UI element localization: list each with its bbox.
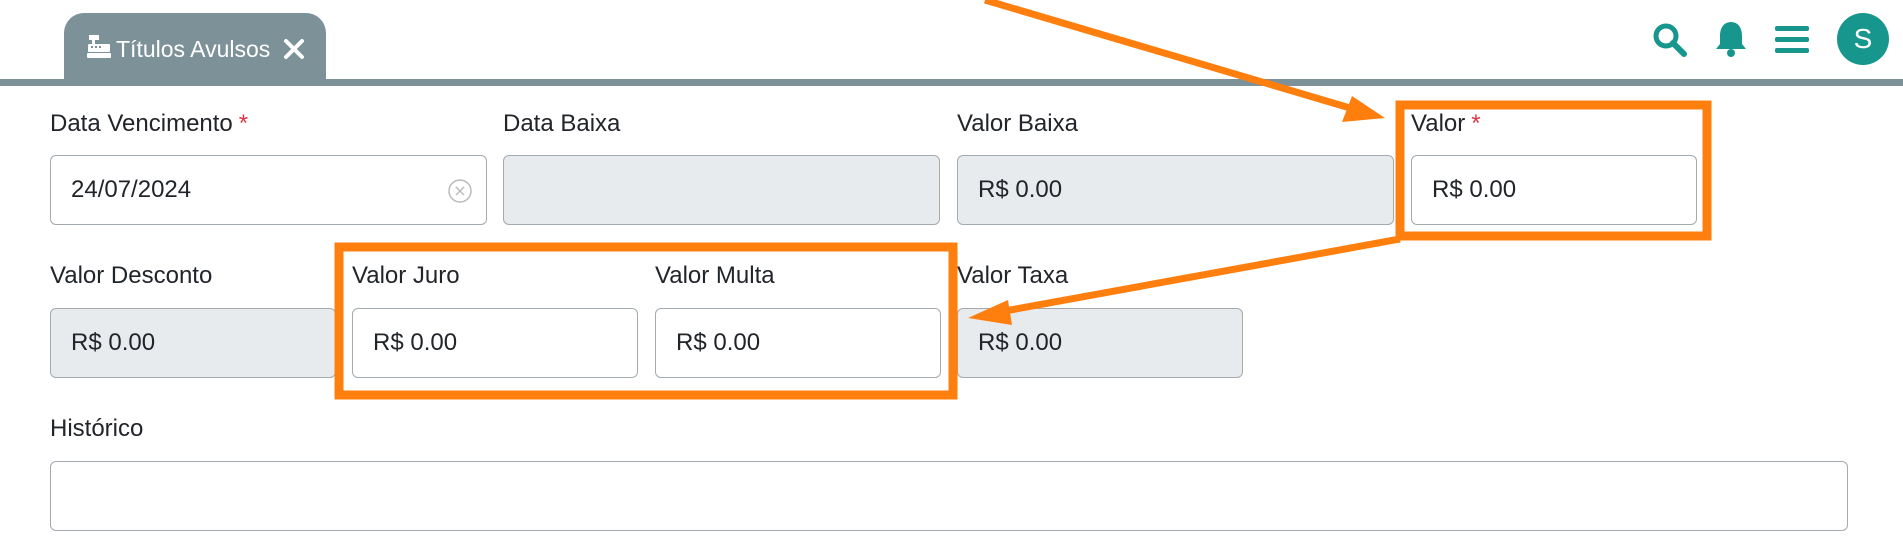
- tab-label: Títulos Avulsos: [116, 36, 271, 62]
- avatar[interactable]: S: [1837, 13, 1889, 65]
- tab-titulos-avulsos[interactable]: Títulos Avulsos: [64, 13, 326, 80]
- valor-taxa-label: Valor Taxa: [957, 262, 1069, 289]
- required-marker: *: [1471, 110, 1481, 137]
- data-baixa-field: [503, 155, 940, 225]
- valor-multa-field[interactable]: R$ 0.00: [655, 308, 941, 378]
- valor-desconto-label: Valor Desconto: [50, 262, 213, 289]
- clear-icon[interactable]: [447, 178, 473, 204]
- bell-icon[interactable]: [1714, 20, 1748, 58]
- search-icon[interactable]: [1652, 22, 1688, 58]
- valor-juro-field[interactable]: R$ 0.00: [352, 308, 638, 378]
- menu-icon[interactable]: [1775, 24, 1809, 56]
- valor-desconto-field: R$ 0.00: [50, 308, 336, 378]
- data-vencimento-value: 24/07/2024: [71, 176, 192, 203]
- data-vencimento-field[interactable]: 24/07/2024: [50, 155, 487, 225]
- valor-multa-label: Valor Multa: [655, 262, 775, 289]
- annotation-arrow-line: [984, 0, 1351, 112]
- annotation-arrowhead: [1342, 96, 1385, 122]
- cash-register-icon: [87, 35, 111, 58]
- valor-taxa-field: R$ 0.00: [957, 308, 1243, 378]
- valor-field[interactable]: R$ 0.00: [1411, 155, 1697, 225]
- valor-baixa-label: Valor Baixa: [957, 110, 1078, 137]
- data-baixa-label: Data Baixa: [503, 110, 621, 137]
- required-marker: *: [238, 110, 249, 137]
- close-icon[interactable]: [282, 37, 306, 61]
- valor-label: Valor *: [1411, 110, 1481, 137]
- valor-baixa-field: R$ 0.00: [957, 155, 1394, 225]
- historico-field[interactable]: [50, 461, 1848, 531]
- data-vencimento-label: Data Vencimento *: [50, 110, 249, 137]
- historico-label: Histórico: [50, 415, 144, 442]
- valor-juro-label: Valor Juro: [352, 262, 460, 289]
- tabbar-divider: [0, 79, 1903, 86]
